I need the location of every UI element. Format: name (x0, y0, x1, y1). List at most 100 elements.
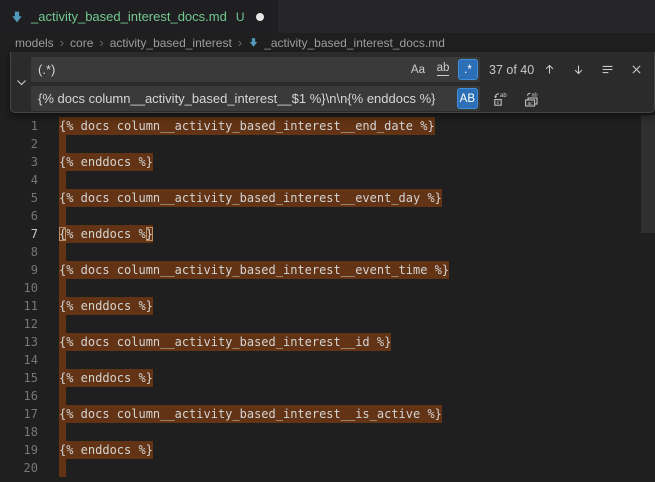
breadcrumb-item-models[interactable]: models (15, 36, 54, 50)
svg-text:ab: ab (500, 93, 507, 99)
unsaved-changes-dot[interactable] (256, 13, 264, 21)
git-status-badge: U (236, 10, 245, 24)
find-match-highlight: {% enddocs %} (59, 225, 153, 243)
bracket-match-box: { (59, 227, 66, 241)
line-content (59, 135, 66, 153)
editor-line[interactable]: 19{% enddocs %} (0, 441, 655, 459)
markdown-icon (248, 37, 259, 48)
editor-line[interactable]: 2 (0, 135, 655, 153)
editor-line[interactable]: 11 {% enddocs %} (0, 297, 655, 315)
line-content: {% enddocs %} (59, 153, 153, 171)
tab-filename: _activity_based_interest_docs.md (31, 9, 227, 24)
line-number: 5 (0, 189, 38, 207)
breadcrumb: models › core › activity_based_interest … (0, 33, 655, 52)
find-match-highlight-empty (59, 315, 66, 333)
editor-line[interactable]: 20 (0, 459, 655, 477)
regex-toggle[interactable]: .* (458, 59, 478, 80)
toggle-replace-chevron-icon[interactable] (11, 52, 31, 112)
line-content: {% docs column__activity_based_interest_… (59, 405, 442, 423)
line-content (59, 279, 66, 297)
line-number: 3 (0, 153, 38, 171)
previous-match-button[interactable] (539, 59, 560, 80)
line-content: {% enddocs %} (59, 441, 153, 459)
find-match-highlight-empty (59, 351, 66, 369)
editor-line[interactable]: 17 {% docs column__activity_based_interes… (0, 405, 655, 423)
editor-line[interactable]: 9{% docs column__activity_based_interest… (0, 261, 655, 279)
editor-line[interactable]: 1{% docs column__activity_based_interest… (0, 117, 655, 135)
editor-line[interactable]: 5 {% docs column__activity_based_interest… (0, 189, 655, 207)
line-content: {% enddocs %} (59, 369, 153, 387)
line-number: 16 (0, 387, 38, 405)
find-match-highlight-empty (59, 387, 66, 405)
line-content (59, 171, 66, 189)
tab-active-file[interactable]: _activity_based_interest_docs.md U (0, 0, 278, 33)
find-input-value: (.*) (31, 62, 55, 77)
editor-line[interactable]: 6 (0, 207, 655, 225)
line-number: 11 (0, 297, 38, 315)
line-number: 6 (0, 207, 38, 225)
results-count: 37 of 40 (489, 63, 534, 77)
line-content: {% docs column__activity_based_interest_… (59, 117, 435, 135)
editor-line[interactable]: 13 {% docs column__activity_based_interes… (0, 333, 655, 351)
line-content: {% docs column__activity_based_interest_… (59, 333, 391, 351)
find-match-highlight-empty (59, 243, 66, 261)
editor-line[interactable]: 15 {% enddocs %} (0, 369, 655, 387)
line-number: 10 (0, 279, 38, 297)
line-content: {% docs column__activity_based_interest_… (59, 261, 449, 279)
replace-all-button[interactable]: ab ac (520, 88, 541, 109)
line-number: 17 (0, 405, 38, 423)
tab-bar: _activity_based_interest_docs.md U (0, 0, 655, 33)
editor-line[interactable]: 7{% enddocs %} (0, 225, 655, 243)
find-match-highlight: {% enddocs %} (59, 297, 153, 315)
breadcrumb-item-core[interactable]: core (70, 36, 93, 50)
line-content: {% docs column__activity_based_interest_… (59, 189, 442, 207)
next-match-button[interactable] (568, 59, 589, 80)
find-match-highlight: {% enddocs %} (59, 153, 153, 171)
svg-text:ac: ac (527, 100, 533, 106)
replace-input-value: {% docs column__activity_based_interest_… (31, 91, 435, 106)
replace-input[interactable]: {% docs column__activity_based_interest_… (31, 86, 480, 111)
line-content (59, 459, 66, 477)
close-icon[interactable] (626, 59, 647, 80)
find-match-highlight-empty (59, 135, 66, 153)
find-match-highlight: {% enddocs %} (59, 441, 153, 459)
find-match-highlight: {% docs column__activity_based_interest_… (59, 405, 442, 423)
find-input[interactable]: (.*) Aa ab .* (31, 57, 480, 82)
line-number: 20 (0, 459, 38, 477)
find-match-highlight: {% docs column__activity_based_interest_… (59, 117, 435, 135)
line-number: 14 (0, 351, 38, 369)
whole-word-toggle[interactable]: ab (433, 59, 453, 80)
editor-line[interactable]: 3 {% enddocs %} (0, 153, 655, 171)
find-match-highlight-empty (59, 423, 66, 441)
find-match-highlight-empty (59, 171, 66, 189)
editor-line[interactable]: 10 (0, 279, 655, 297)
preserve-case-toggle[interactable]: AB (457, 88, 478, 109)
line-number: 18 (0, 423, 38, 441)
editor-line[interactable]: 12 (0, 315, 655, 333)
find-match-highlight-empty (59, 207, 66, 225)
line-content (59, 207, 66, 225)
breadcrumb-item-file[interactable]: _activity_based_interest_docs.md (248, 36, 445, 50)
breadcrumb-separator: › (99, 36, 103, 49)
markdown-icon (10, 10, 24, 24)
find-match-highlight: {% docs column__activity_based_interest_… (59, 261, 449, 279)
line-number: 12 (0, 315, 38, 333)
editor-line[interactable]: 14 (0, 351, 655, 369)
editor-line[interactable]: 4 (0, 171, 655, 189)
vertical-scrollbar[interactable] (641, 115, 655, 233)
line-number: 13 (0, 333, 38, 351)
editor-line[interactable]: 18 (0, 423, 655, 441)
breadcrumb-separator: › (60, 36, 64, 49)
match-case-toggle[interactable]: Aa (408, 59, 428, 80)
line-content: {% enddocs %} (59, 225, 153, 243)
line-content (59, 315, 66, 333)
line-content (59, 243, 66, 261)
find-match-highlight-empty (59, 459, 66, 477)
find-in-selection-icon[interactable] (597, 59, 618, 80)
line-content (59, 351, 66, 369)
editor-line[interactable]: 16 (0, 387, 655, 405)
breadcrumb-item-activity-based-interest[interactable]: activity_based_interest (110, 36, 232, 50)
line-number: 15 (0, 369, 38, 387)
editor-line[interactable]: 8 (0, 243, 655, 261)
replace-button[interactable]: ab c (489, 88, 510, 109)
